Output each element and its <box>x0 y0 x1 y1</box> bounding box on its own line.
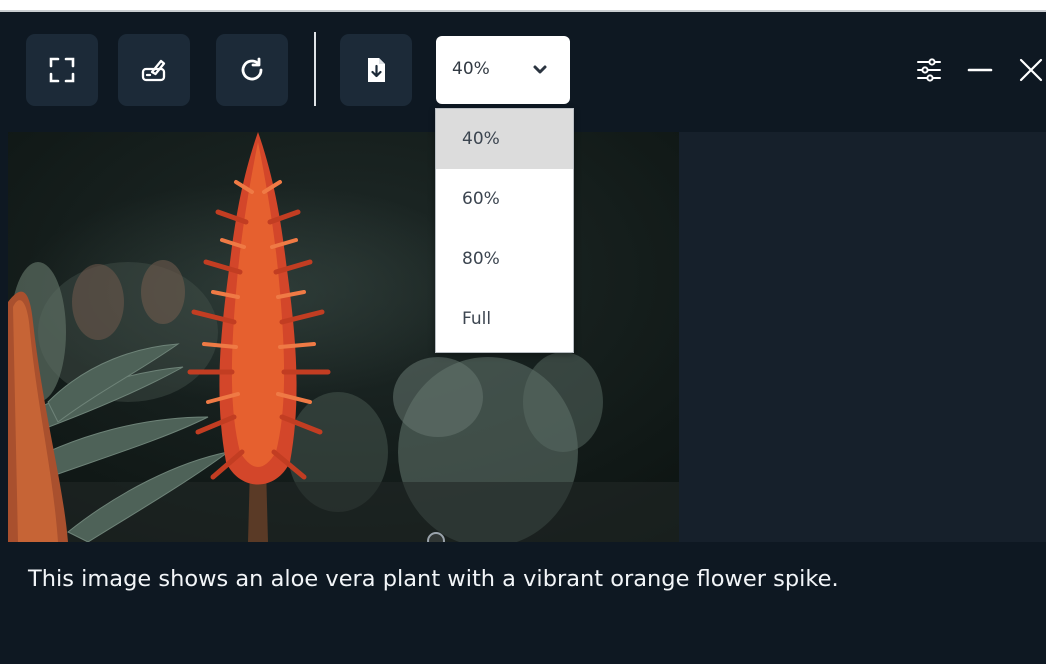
zoom-value: 40% <box>452 59 490 79</box>
close-icon <box>1019 58 1043 82</box>
zoom-option-60[interactable]: 60% <box>436 169 573 229</box>
minimize-button[interactable] <box>966 57 994 83</box>
fullscreen-button[interactable] <box>26 34 98 106</box>
close-button[interactable] <box>1018 57 1044 83</box>
refresh-icon <box>241 57 263 81</box>
image-viewer-window: 40% This image shows an aloe vera plant … <box>8 12 1046 664</box>
sliders-icon <box>917 58 941 82</box>
zoom-dropdown-menu: 40% 60% 80% Full <box>435 108 574 353</box>
draw-icon <box>141 59 166 82</box>
settings-button[interactable] <box>915 57 943 83</box>
minimize-icon <box>967 68 993 72</box>
save-button[interactable] <box>340 34 412 106</box>
chevron-down-icon <box>533 65 547 74</box>
aloe-photo <box>8 132 679 542</box>
zoom-option-40[interactable]: 40% <box>436 109 573 169</box>
zoom-option-full[interactable]: Full <box>436 289 573 349</box>
file-download-icon <box>368 58 385 82</box>
toolbar-divider <box>314 32 316 106</box>
zoom-option-80[interactable]: 80% <box>436 229 573 289</box>
caption-bar: This image shows an aloe vera plant with… <box>8 542 1046 664</box>
fullscreen-icon <box>49 57 75 83</box>
browser-top-edge <box>0 0 1046 12</box>
zoom-select[interactable]: 40% <box>436 36 570 104</box>
annotate-button[interactable] <box>118 34 190 106</box>
image-caption: This image shows an aloe vera plant with… <box>28 566 839 592</box>
refresh-button[interactable] <box>216 34 288 106</box>
